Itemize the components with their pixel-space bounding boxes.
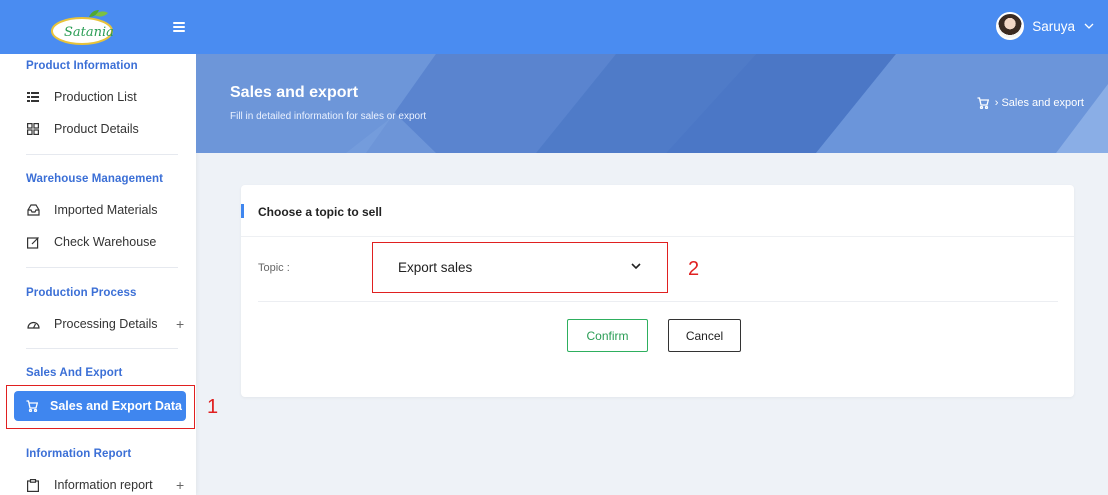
cart-icon[interactable] (977, 97, 989, 109)
sidebar-item-production-list[interactable]: Production List (26, 86, 186, 108)
section-title-sales-and-export: Sales And Export (26, 367, 123, 379)
sidebar-item-product-details[interactable]: Product Details (26, 118, 186, 140)
sidebar-header: Satania (0, 0, 196, 54)
section-title-warehouse-management: Warehouse Management (26, 173, 164, 185)
card-title: Choose a topic to sell (258, 205, 383, 219)
expand-icon[interactable]: + (176, 477, 184, 493)
edit-icon (26, 235, 40, 249)
page-banner: Sales and export Fill in detailed inform… (196, 54, 1108, 153)
sidebar-divider (26, 267, 178, 268)
cancel-button[interactable]: Cancel (668, 319, 741, 352)
inbox-icon (26, 203, 40, 217)
top-bar: Saruya (196, 0, 1108, 54)
sidebar-item-information-report[interactable]: Information report + (26, 474, 186, 495)
avatar (996, 12, 1025, 40)
chevron-down-icon (631, 260, 641, 272)
sidebar-item-label: Check Warehouse (54, 235, 157, 249)
sidebar-item-label: Imported Materials (54, 203, 158, 217)
chevron-down-icon (1084, 21, 1094, 32)
clipboard-icon (26, 478, 40, 492)
user-menu[interactable]: Saruya (996, 12, 1094, 40)
list-icon (26, 90, 40, 104)
app-logo[interactable]: Satania (42, 7, 128, 47)
topic-select[interactable]: Export sales (372, 242, 668, 293)
annotation-number-1: 1 (207, 396, 219, 418)
sidebar-item-imported-materials[interactable]: Imported Materials (26, 199, 186, 221)
svg-text:Satania: Satania (64, 25, 114, 40)
topic-label: Topic : (258, 262, 290, 274)
card-header-accent (241, 204, 244, 218)
section-title-production-process: Production Process (26, 287, 137, 299)
sidebar-item-label: Product Details (54, 122, 139, 136)
annotation-highlight-1 (6, 385, 195, 429)
page-title: Sales and export (230, 84, 359, 101)
sidebar-item-processing-details[interactable]: Processing Details + (26, 313, 186, 335)
section-title-information-report: Information Report (26, 448, 132, 460)
sidebar-divider (26, 348, 178, 349)
menu-toggle-icon[interactable] (173, 22, 185, 32)
banner-background (196, 54, 1108, 153)
card-header: Choose a topic to sell (241, 185, 1074, 237)
grid-icon (26, 122, 40, 136)
sidebar-divider (26, 154, 178, 155)
section-title-product-information: Product Information (26, 60, 138, 72)
page-subtitle: Fill in detailed information for sales o… (230, 111, 427, 122)
sidebar-item-label: Processing Details (54, 317, 158, 331)
sidebar-item-label: Production List (54, 90, 137, 104)
sidebar: Satania Product Information Production L… (0, 0, 196, 495)
card-divider (258, 301, 1058, 302)
annotation-number-2: 2 (688, 258, 700, 280)
breadcrumb-current: › Sales and export (994, 97, 1084, 109)
confirm-button[interactable]: Confirm (567, 319, 648, 352)
sidebar-item-check-warehouse[interactable]: Check Warehouse (26, 231, 186, 253)
expand-icon[interactable]: + (176, 316, 184, 332)
user-name: Saruya (1032, 18, 1075, 34)
breadcrumb: › Sales and export (977, 97, 1084, 109)
topic-card: Choose a topic to sell Topic : Export sa… (241, 185, 1074, 397)
topic-select-value: Export sales (398, 260, 473, 275)
gauge-icon (26, 317, 40, 331)
sidebar-item-label: Information report (54, 478, 153, 492)
